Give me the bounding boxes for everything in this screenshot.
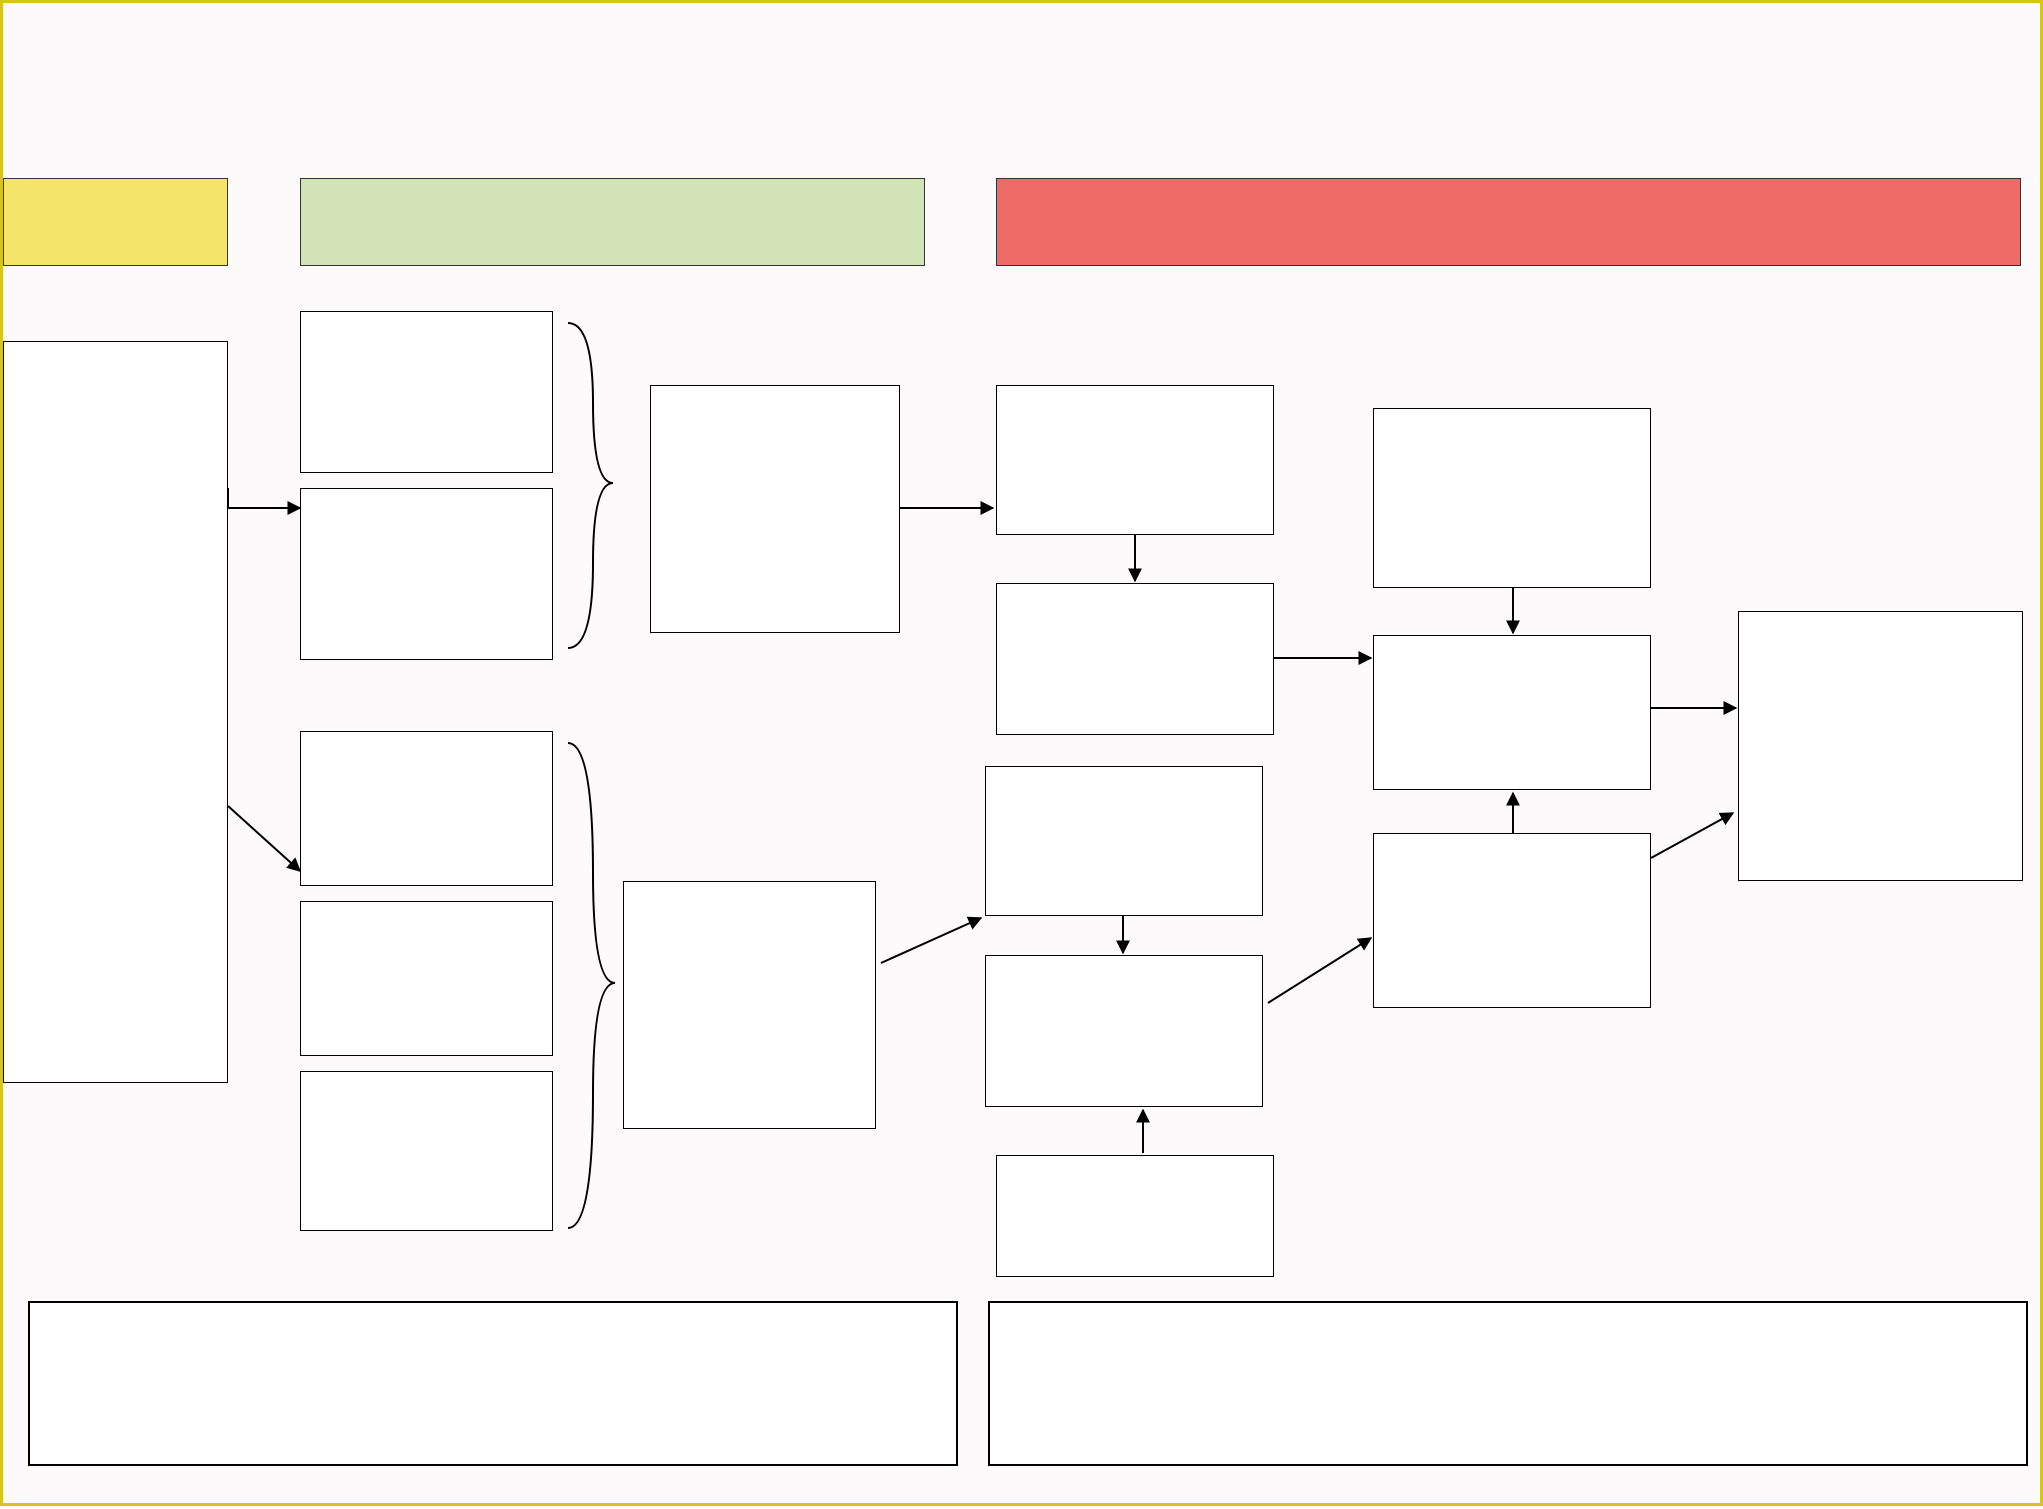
col5-box-bot	[1373, 833, 1651, 1008]
header-bar-right	[996, 178, 2021, 266]
bottom-box-right	[988, 1301, 2028, 1466]
col3-box-top	[650, 385, 900, 633]
col4-box-d	[985, 955, 1263, 1107]
col4-box-a	[996, 385, 1274, 535]
header-bar-middle	[300, 178, 925, 266]
col2-box-b	[300, 488, 553, 660]
col2-box-a	[300, 311, 553, 473]
col5-box-top	[1373, 408, 1651, 588]
col4-box-c	[985, 766, 1263, 916]
col2-box-c	[300, 731, 553, 886]
diagram-canvas	[0, 0, 2043, 1506]
col6-box	[1738, 611, 2023, 881]
col4-box-e	[996, 1155, 1274, 1277]
col2-box-d	[300, 901, 553, 1056]
header-bar-left	[3, 178, 228, 266]
col4-box-b	[996, 583, 1274, 735]
col1-box	[3, 341, 228, 1083]
col3-box-bot	[623, 881, 876, 1129]
bottom-box-left	[28, 1301, 958, 1466]
col2-box-e	[300, 1071, 553, 1231]
col5-box-mid	[1373, 635, 1651, 790]
